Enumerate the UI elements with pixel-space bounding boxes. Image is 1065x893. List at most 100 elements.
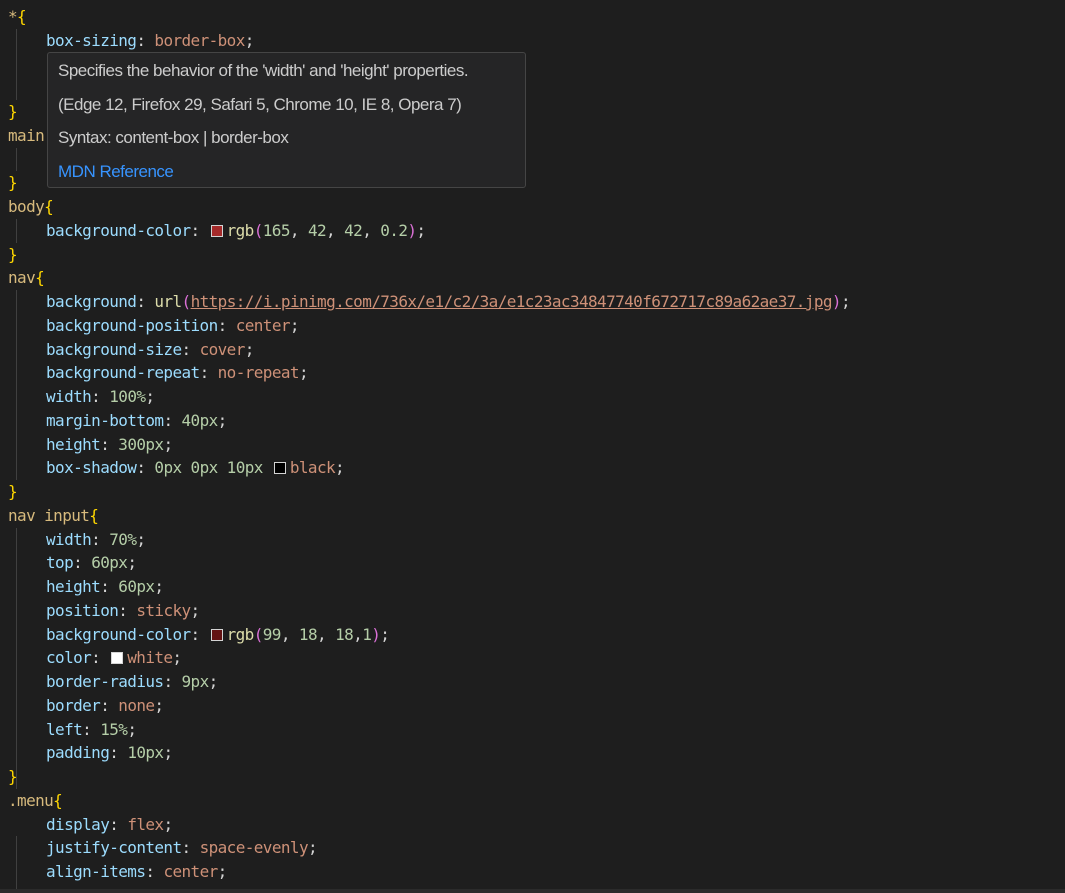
code-line[interactable]: }	[8, 243, 18, 267]
color-swatch[interactable]	[273, 462, 286, 475]
code-token: center	[163, 862, 218, 881]
code-line[interactable]	[8, 53, 46, 77]
code-line[interactable]: .menu{	[8, 789, 63, 813]
code-token: padding	[46, 743, 110, 763]
code-token: 18	[335, 624, 354, 644]
code-token: 70%	[109, 529, 137, 549]
code-line[interactable]: background-color: rgb(99, 18, 18,1);	[8, 623, 390, 647]
color-swatch[interactable]	[210, 628, 223, 641]
code-line[interactable]: background-position: center;	[8, 314, 300, 338]
code-line[interactable]: justify-content: space-evenly;	[8, 836, 318, 860]
code-line[interactable]	[8, 76, 46, 100]
code-token: 1	[362, 624, 372, 644]
code-token: box-shadow	[46, 458, 137, 478]
code-token: ;	[380, 624, 390, 644]
code-token: margin-bottom	[46, 410, 164, 430]
code-line[interactable]: nav input{	[8, 504, 99, 528]
code-line[interactable]: *{	[8, 5, 27, 29]
code-token: {	[44, 197, 54, 216]
code-token: :	[100, 577, 119, 596]
code-line[interactable]: position: sticky;	[8, 599, 200, 623]
hover-tooltip: Specifies the behavior of the 'width' an…	[47, 52, 526, 188]
code-token: ;	[244, 30, 255, 50]
code-token: :	[199, 363, 218, 383]
code-line[interactable]: margin-bottom: 40px;	[8, 409, 227, 433]
code-token: *	[8, 7, 18, 26]
code-line[interactable]: left: 15%;	[8, 718, 137, 742]
code-token: 15%	[100, 719, 128, 739]
code-token: }	[8, 173, 18, 193]
code-token: top	[46, 553, 74, 573]
indent-guide	[16, 836, 17, 893]
code-line[interactable]: border-radius: 9px;	[8, 670, 218, 694]
mdn-reference-link[interactable]: MDN Reference	[58, 162, 174, 182]
code-line[interactable]: main	[8, 124, 45, 148]
code-line[interactable]: background-repeat: no-repeat;	[8, 361, 309, 385]
code-token: ;	[154, 695, 164, 715]
color-swatch[interactable]	[111, 652, 124, 665]
code-editor[interactable]: *{box-sizing: border-box;} main} body{back…	[0, 0, 1065, 893]
code-token: :	[181, 339, 200, 359]
code-token: :	[136, 458, 155, 478]
code-token: background-color	[46, 220, 191, 240]
code-line[interactable]: box-sizing: border-box;	[8, 29, 254, 53]
code-line[interactable]: color: white;	[8, 646, 182, 670]
code-token: (	[181, 292, 192, 311]
code-line[interactable]: height: 60px;	[8, 575, 164, 599]
code-line[interactable]: align-items: center;	[8, 860, 227, 884]
code-token: flex	[127, 814, 164, 834]
code-token: url	[154, 292, 182, 311]
code-line[interactable]: width: 100%;	[8, 385, 155, 409]
code-token: :	[118, 600, 137, 620]
code-token: ;	[335, 458, 345, 478]
code-token: :	[190, 624, 209, 644]
code-line[interactable]: display: flex;	[8, 813, 173, 837]
code-line[interactable]: body{	[8, 195, 54, 219]
code-token: }	[8, 102, 18, 121]
code-token: :	[190, 220, 209, 240]
code-token: :	[181, 838, 200, 858]
color-swatch[interactable]	[210, 224, 223, 237]
code-line[interactable]: }	[8, 171, 18, 195]
code-token: :	[136, 292, 155, 311]
code-token: nav	[8, 268, 36, 288]
code-token: rgb	[226, 220, 255, 240]
code-token: height	[46, 434, 101, 454]
code-token[interactable]: https://i.pinimg.com/736x/e1/c2/3a/e1c23…	[191, 292, 833, 311]
code-line[interactable]: background: url(https://i.pinimg.com/736…	[8, 290, 851, 314]
code-token: {	[17, 7, 27, 26]
code-line[interactable]: background-color: rgb(165, 42, 42, 0.2);	[8, 219, 426, 243]
code-line[interactable]: }	[8, 480, 18, 504]
code-token: background-color	[46, 624, 191, 644]
indent-guide	[16, 28, 17, 100]
code-token: 40px	[181, 410, 219, 430]
code-token: color	[46, 648, 92, 668]
code-token: border-box	[154, 30, 245, 50]
code-line[interactable]: }	[8, 100, 18, 124]
code-line[interactable]: padding: 10px;	[8, 741, 173, 765]
code-line[interactable]: border: none;	[8, 694, 164, 718]
code-line[interactable]: top: 60px;	[8, 551, 137, 575]
code-line[interactable]	[8, 148, 46, 172]
code-token: ;	[163, 743, 173, 763]
horizontal-scrollbar[interactable]	[0, 889, 1065, 893]
code-line[interactable]: background-size: cover;	[8, 338, 254, 362]
code-token: background	[46, 292, 137, 311]
code-line[interactable]: nav{	[8, 266, 45, 290]
indent-guide	[16, 527, 17, 789]
code-line[interactable]: box-shadow: 0px 0px 10px black;	[8, 456, 345, 480]
code-token: center	[235, 315, 291, 335]
code-token: 10px	[127, 743, 164, 763]
code-token: 9px	[181, 672, 210, 691]
code-token: justify-content	[46, 838, 182, 858]
code-token: background-size	[46, 339, 182, 359]
code-token: box-sizing	[46, 30, 137, 50]
code-line[interactable]: width: 70%;	[8, 528, 146, 552]
code-line[interactable]: height: 300px;	[8, 433, 173, 457]
